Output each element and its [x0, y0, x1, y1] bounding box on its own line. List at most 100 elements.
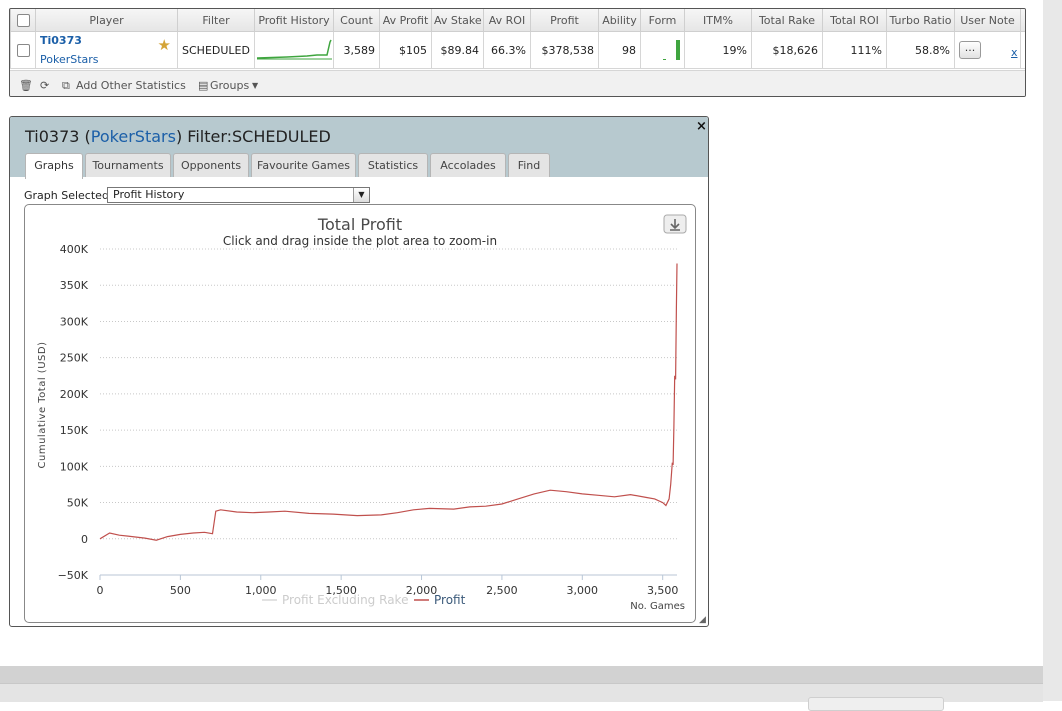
- filter-cell: SCHEDULED: [177, 31, 255, 69]
- popup-title: Ti0373 (PokerStars) Filter:SCHEDULED: [25, 127, 331, 146]
- chart-subtitle: Click and drag inside the plot area to z…: [223, 234, 497, 248]
- y-tick-label: 250K: [60, 352, 89, 365]
- player-name-link[interactable]: Ti0373: [40, 34, 173, 47]
- player-cell: Ti0373 PokerStars ★: [35, 31, 178, 69]
- bottom-button[interactable]: [808, 697, 944, 711]
- col-header-blank: [1020, 9, 1025, 32]
- add-other-statistics-button[interactable]: Add Other Statistics: [76, 79, 186, 92]
- popup-site-link[interactable]: PokerStars: [91, 127, 176, 146]
- stats-table: Player Filter Profit History Count Av Pr…: [10, 9, 1025, 69]
- groups-chevron-down-icon[interactable]: ▼: [252, 81, 258, 90]
- y-tick-label: 350K: [60, 279, 89, 292]
- row-checkbox[interactable]: [16, 43, 30, 57]
- legend-label-profit-excl-rake: Profit Excluding Rake: [282, 593, 408, 607]
- y-axis-label: Cumulative Total (USD): [37, 342, 48, 469]
- av-stake-cell: $89.84: [431, 31, 484, 69]
- col-header-itm[interactable]: ITM%: [684, 9, 752, 32]
- form-cell: [640, 31, 685, 69]
- total-roi-cell: 111%: [822, 31, 887, 69]
- profit-cell: $378,538: [530, 31, 599, 69]
- x-tick-label: 3,500: [647, 584, 679, 597]
- turbo-ratio-cell: 58.8%: [886, 31, 955, 69]
- col-header-total-roi[interactable]: Total ROI: [822, 9, 887, 32]
- export-button[interactable]: [663, 214, 687, 234]
- trash-icon[interactable]: 🗑: [19, 79, 33, 92]
- profit-chart[interactable]: Total Profit Click and drag inside the p…: [25, 205, 695, 622]
- x-tick-label: 2,500: [486, 584, 518, 597]
- col-header-player[interactable]: Player: [35, 9, 178, 32]
- y-axis-ticks: 400K 350K 300K 250K 200K 150K 100K 50K 0 −50K: [58, 243, 89, 582]
- row-select-cell[interactable]: [10, 31, 36, 69]
- col-header-total-rake[interactable]: Total Rake: [751, 9, 823, 32]
- chart-title: Total Profit: [317, 215, 402, 234]
- user-note-button[interactable]: ...: [959, 41, 981, 59]
- legend-label-profit: Profit: [434, 593, 466, 607]
- select-all-checkbox[interactable]: [16, 13, 30, 27]
- tab-tournaments[interactable]: Tournaments: [85, 153, 171, 177]
- av-roi-cell: 66.3%: [483, 31, 531, 69]
- graph-select-chevron-down-icon[interactable]: ▼: [353, 188, 369, 202]
- y-tick-label: 50K: [67, 497, 89, 510]
- form-bar-chart: [663, 39, 680, 60]
- col-header-av-stake[interactable]: Av Stake: [431, 9, 484, 32]
- x-tick-label: 1,000: [245, 584, 277, 597]
- remove-row-cell: [1020, 31, 1025, 69]
- popup-paren-close: ): [175, 127, 183, 146]
- col-header-filter[interactable]: Filter: [177, 9, 255, 32]
- player-popup: Ti0373 (PokerStars) Filter:SCHEDULED × G…: [9, 116, 709, 627]
- stats-toolbar: 🗑 ⟳ ⧉ Add Other Statistics ▤ Groups ▼: [10, 70, 1025, 96]
- graph-select[interactable]: Profit History ▼: [107, 187, 370, 203]
- itm-cell: 19%: [684, 31, 752, 69]
- col-header-av-roi[interactable]: Av ROI: [483, 9, 531, 32]
- col-header-ability[interactable]: Ability: [598, 9, 641, 32]
- stats-panel: Player Filter Profit History Count Av Pr…: [9, 8, 1026, 97]
- y-tick-label: 100K: [60, 460, 89, 473]
- groups-dropdown[interactable]: Groups: [210, 79, 249, 92]
- col-header-profit[interactable]: Profit: [530, 9, 599, 32]
- popup-filter-value: SCHEDULED: [232, 127, 331, 146]
- col-header-user-note[interactable]: User Note: [954, 9, 1021, 32]
- series-line-1[interactable]: [99, 263, 678, 541]
- graph-selected-label: Graph Selected:: [24, 189, 113, 202]
- add-stats-icon[interactable]: ⧉: [62, 79, 70, 93]
- tab-opponents[interactable]: Opponents: [173, 153, 249, 177]
- graph-select-value: Profit History: [113, 188, 185, 201]
- col-header-turbo-ratio[interactable]: Turbo Ratio: [886, 9, 955, 32]
- header-select-all[interactable]: [10, 9, 36, 32]
- col-header-count[interactable]: Count: [333, 9, 380, 32]
- stats-header-row: Player Filter Profit History Count Av Pr…: [10, 9, 1025, 32]
- tab-find[interactable]: Find: [508, 153, 550, 177]
- resize-grip-icon[interactable]: ◢: [699, 616, 707, 625]
- y-tick-label: 150K: [60, 424, 89, 437]
- page-gutter: [1043, 0, 1062, 701]
- y-tick-label: 300K: [60, 315, 89, 328]
- x-tick-label: 0: [97, 584, 104, 597]
- av-profit-cell: $105: [379, 31, 432, 69]
- profit-history-cell: [254, 31, 334, 69]
- count-cell: 3,589: [333, 31, 380, 69]
- y-tick-label: 400K: [60, 243, 89, 256]
- remove-row-link[interactable]: x: [1011, 46, 1018, 59]
- tab-favourite-games[interactable]: Favourite Games: [251, 153, 356, 177]
- favourite-star-icon[interactable]: ★: [158, 36, 171, 54]
- popup-close-icon[interactable]: ×: [696, 119, 707, 134]
- col-header-profit-history[interactable]: Profit History: [254, 9, 334, 32]
- popup-player-name: Ti0373: [25, 127, 80, 146]
- ability-cell: 98: [598, 31, 641, 69]
- col-header-av-profit[interactable]: Av Profit: [379, 9, 432, 32]
- popup-filter-prefix: Filter:: [187, 127, 233, 146]
- tab-graphs[interactable]: Graphs: [25, 153, 83, 179]
- x-tick-label: 3,000: [567, 584, 599, 597]
- player-site-link[interactable]: PokerStars: [40, 53, 173, 66]
- table-row: Ti0373 PokerStars ★ SCHEDULED 3,589 $105…: [10, 31, 1025, 69]
- refresh-icon[interactable]: ⟳: [40, 79, 49, 92]
- x-axis-label: No. Games: [630, 601, 685, 612]
- tab-accolades[interactable]: Accolades: [430, 153, 506, 177]
- chart-series: [99, 263, 678, 541]
- legend-item-profit-excl-rake[interactable]: Profit Excluding Rake: [262, 593, 408, 607]
- tab-statistics[interactable]: Statistics: [358, 153, 428, 177]
- chart-container: Total Profit Click and drag inside the p…: [24, 204, 696, 623]
- col-header-form[interactable]: Form: [640, 9, 685, 32]
- groups-icon[interactable]: ▤: [198, 79, 208, 92]
- chart-legend: Profit Excluding Rake Profit: [262, 593, 466, 607]
